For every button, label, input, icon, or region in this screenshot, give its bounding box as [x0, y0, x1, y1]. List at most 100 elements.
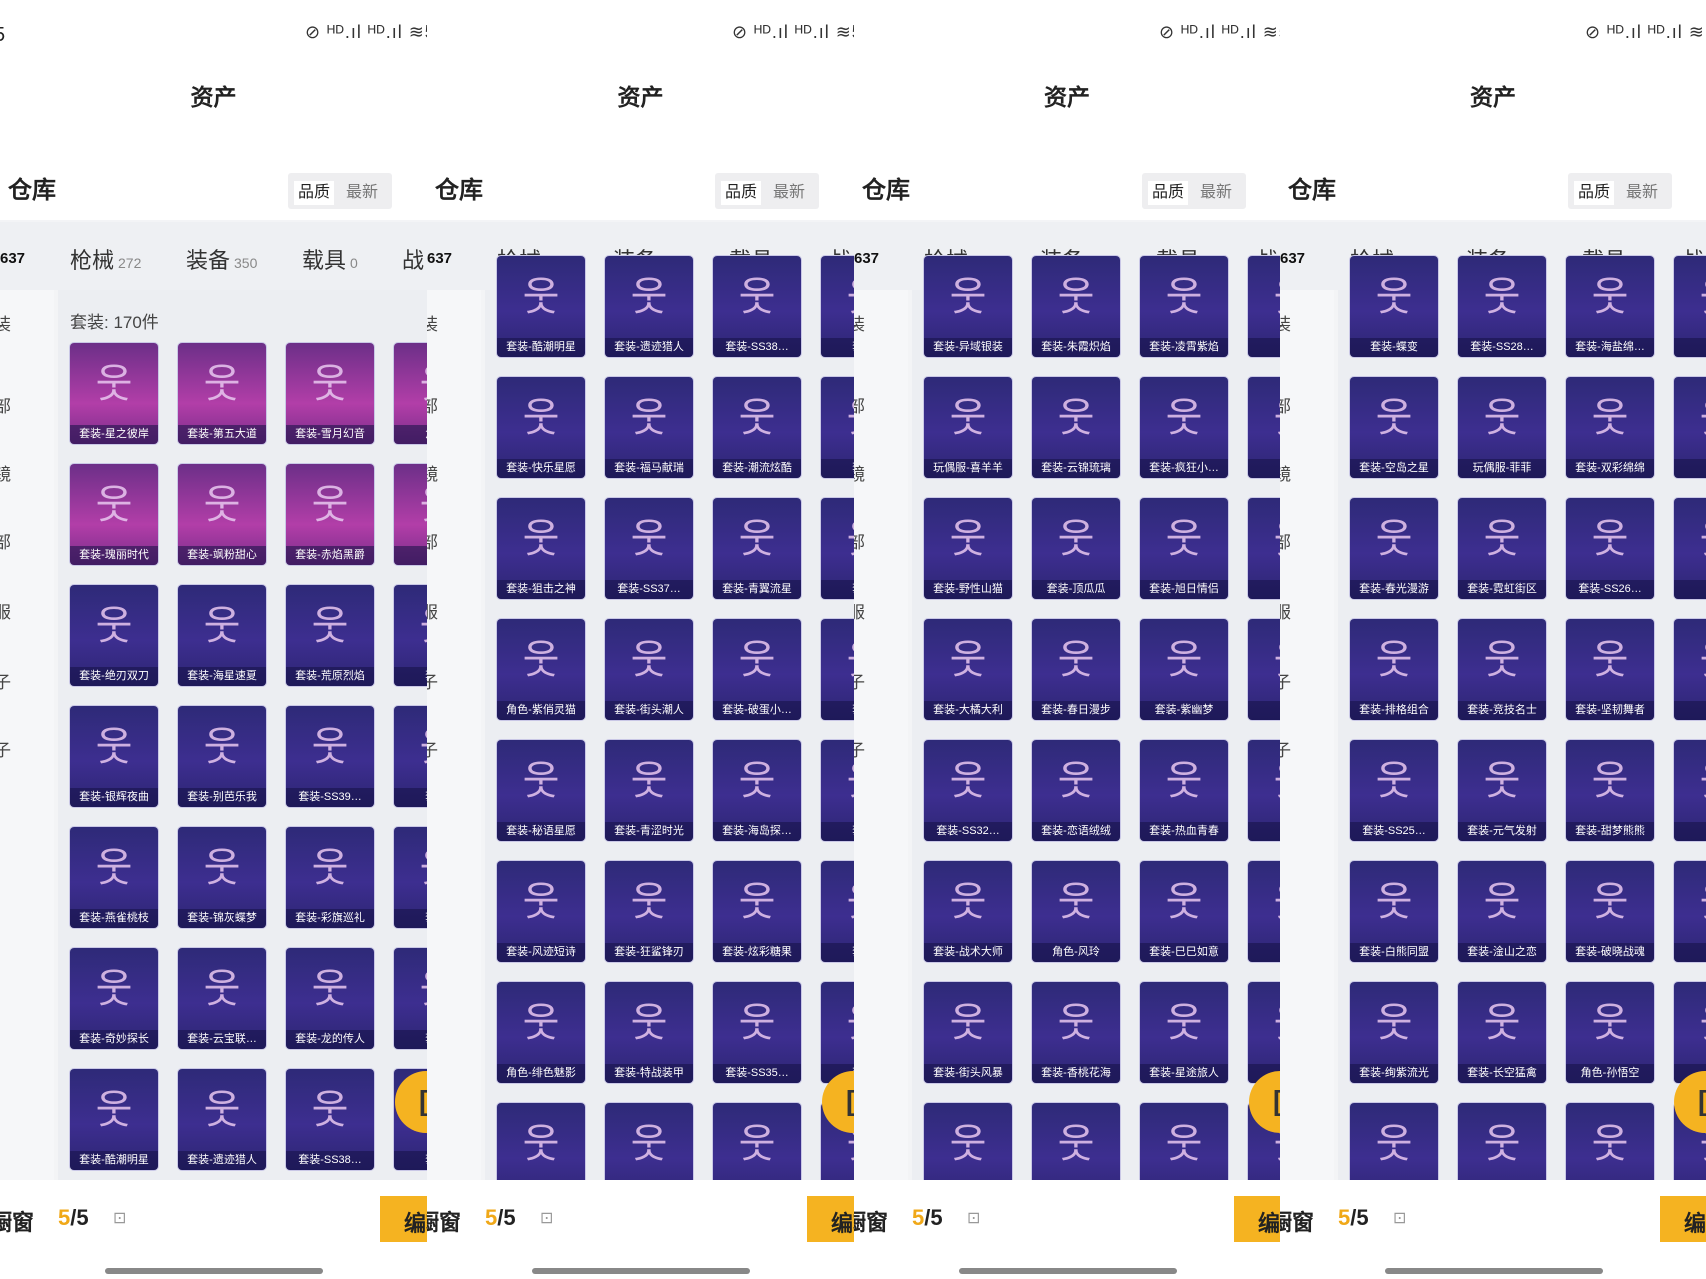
sidebar-item[interactable]: 部 — [854, 528, 865, 553]
item-card[interactable]: 웃 套装-快乐星愿 — [497, 377, 585, 478]
item-card[interactable]: 웃 套装- — [394, 827, 427, 928]
item-card[interactable]: 웃 套装-破晓战魂 — [1566, 861, 1654, 962]
sidebar-item[interactable]: 装 — [427, 310, 438, 335]
sidebar-item[interactable]: 子 — [427, 736, 438, 761]
item-card[interactable]: 웃 套装-燕雀桃枝 — [70, 827, 158, 928]
item-card[interactable]: 웃 套装-潮流炫酷 — [713, 377, 801, 478]
item-card[interactable]: 웃套装 — [1248, 377, 1280, 478]
item-card[interactable]: 웃 套装- — [394, 948, 427, 1049]
item-card[interactable]: 웃 套装-炫彩糖果 — [713, 861, 801, 962]
item-card[interactable]: 웃 套装-SS26… — [1566, 498, 1654, 599]
item-card[interactable]: 웃 套装-酷潮明星 — [497, 256, 585, 357]
item-card[interactable]: 웃套装 — [1248, 619, 1280, 720]
item-card[interactable]: 웃 角色-绯色魅影 — [497, 982, 585, 1083]
item-card[interactable]: 웃 套装-SS39… — [286, 706, 374, 807]
sort-quality-button[interactable]: 品质 — [1574, 181, 1614, 205]
item-card[interactable]: 웃 套装-特战装甲 — [605, 982, 693, 1083]
item-card[interactable]: 웃 套装-野性山猫 — [924, 498, 1012, 599]
item-card[interactable]: 웃 套装-星之彼岸 — [70, 343, 158, 444]
sidebar-item[interactable]: 服 — [0, 598, 11, 623]
item-card[interactable]: 웃 玩偶服-喜羊羊 — [924, 377, 1012, 478]
item-card[interactable]: 웃套装 — [1674, 740, 1706, 841]
item-card[interactable]: 웃 套装-星途旅人 — [1140, 982, 1228, 1083]
item-card[interactable]: 웃 套装- — [821, 861, 854, 962]
item-card[interactable]: 웃套装 — [1674, 861, 1706, 962]
item-card[interactable]: 웃 套装-香桃花海 — [1032, 982, 1120, 1083]
tab-all-count[interactable]: 637 — [854, 250, 879, 267]
sidebar-item[interactable]: 部 — [427, 528, 438, 553]
item-card[interactable]: 웃 套装-疯狂小… — [1140, 377, 1228, 478]
item-card[interactable]: 웃 套装-秘语星愿 — [497, 740, 585, 841]
item-card[interactable]: 웃 玩偶服-菲菲 — [1458, 377, 1546, 478]
item-card[interactable]: 웃 套装-狂鲨锋刃 — [605, 861, 693, 962]
item-card[interactable]: 웃 套装- — [821, 256, 854, 357]
item-card[interactable]: 웃套装 — [1248, 740, 1280, 841]
item-card[interactable]: 웃 套装-荒原烈焰 — [286, 585, 374, 686]
sidebar-item[interactable]: 子 — [427, 668, 438, 693]
edit-showcase-button[interactable]: 编辑 — [1660, 1196, 1706, 1242]
item-card[interactable]: 웃 套装- — [394, 585, 427, 686]
sidebar-item[interactable]: 装 — [0, 310, 11, 335]
item-card[interactable]: 웃 套装-海盐绵… — [1566, 256, 1654, 357]
item-card[interactable]: 웃 套装-坚韧舞者 — [1566, 619, 1654, 720]
item-card[interactable]: 웃 套装-蝶变 — [1350, 256, 1438, 357]
sort-latest-button[interactable]: 最新 — [1626, 181, 1658, 205]
item-card[interactable]: 웃 角色- — [394, 343, 427, 444]
item-card[interactable]: 웃 套装-彩旗巡礼 — [286, 827, 374, 928]
item-card[interactable]: 웃 套装- — [821, 377, 854, 478]
tab-all-count[interactable]: 637 — [1280, 250, 1305, 267]
tab-3[interactable]: 载具0 — [302, 243, 358, 275]
item-card[interactable]: 웃 套装-遗迹猎人 — [605, 256, 693, 357]
sidebar-item[interactable]: 服 — [1280, 598, 1291, 623]
sidebar-item[interactable]: 部 — [1280, 528, 1291, 553]
sort-quality-button[interactable]: 品质 — [721, 181, 761, 205]
item-card[interactable]: 웃 套装-巳巳如意 — [1140, 861, 1228, 962]
item-card[interactable]: 웃 套装-海岛探… — [713, 740, 801, 841]
item-card[interactable]: 웃 套装-福马献瑞 — [605, 377, 693, 478]
item-card[interactable]: 웃 套装-SS37… — [605, 498, 693, 599]
item-card[interactable]: 웃套装 — [1248, 861, 1280, 962]
sidebar-item[interactable]: 子 — [0, 668, 11, 693]
tab-all-count[interactable]: 637 — [427, 250, 452, 267]
sort-latest-button[interactable]: 最新 — [773, 181, 805, 205]
item-card[interactable]: 웃套装 — [1674, 377, 1706, 478]
item-card[interactable]: 웃 套装-竞技名士 — [1458, 619, 1546, 720]
item-card[interactable]: 웃 套装-第五大道 — [178, 343, 266, 444]
item-card[interactable]: 웃 套装-春日漫步 — [1032, 619, 1120, 720]
sidebar-item[interactable]: 部 — [0, 392, 11, 417]
item-card[interactable]: 웃 套装-瑰丽时代 — [70, 464, 158, 565]
sort-latest-button[interactable]: 最新 — [346, 181, 378, 205]
item-card[interactable]: 웃 套装-云锦琉璃 — [1032, 377, 1120, 478]
sidebar-item[interactable]: 部 — [0, 528, 11, 553]
item-card[interactable]: 웃 套装-朱霞炽焰 — [1032, 256, 1120, 357]
item-card[interactable]: 웃套装 — [1674, 256, 1706, 357]
item-card[interactable]: 웃 套装-龙的传人 — [286, 948, 374, 1049]
item-card[interactable]: 웃 套装-街头潮人 — [605, 619, 693, 720]
item-card[interactable]: 웃 套装-大橘大利 — [924, 619, 1012, 720]
item-card[interactable]: 웃 套装-云宝联… — [178, 948, 266, 1049]
sort-quality-button[interactable]: 品质 — [1148, 181, 1188, 205]
item-card[interactable]: 웃 套装-狙击之神 — [497, 498, 585, 599]
item-card[interactable]: 웃套装 — [1248, 498, 1280, 599]
item-card[interactable]: 웃 套装-风迹短诗 — [497, 861, 585, 962]
item-card[interactable]: 웃 套装-空岛之星 — [1350, 377, 1438, 478]
item-card[interactable]: 웃 套装-别芭乐我 — [178, 706, 266, 807]
item-card[interactable]: 웃 套装-热血青春 — [1140, 740, 1228, 841]
sidebar-item[interactable]: 镜 — [427, 460, 438, 485]
item-card[interactable]: 웃 套装-飒粉甜心 — [178, 464, 266, 565]
item-card[interactable]: 웃 套装-异域银装 — [924, 256, 1012, 357]
tab-2[interactable]: 装备350 — [186, 243, 257, 275]
item-card[interactable]: 웃 套装-银辉夜曲 — [70, 706, 158, 807]
item-card[interactable]: 웃 套装-海星速夏 — [178, 585, 266, 686]
tab-1[interactable]: 枪械272 — [70, 243, 141, 275]
item-card[interactable]: 웃 套装-破蛋小… — [713, 619, 801, 720]
item-card[interactable]: 웃 套装-SS38… — [713, 256, 801, 357]
item-card[interactable]: 웃 套装-双彩绵绵 — [1566, 377, 1654, 478]
item-card[interactable]: 웃 套装-绝刃双刀 — [70, 585, 158, 686]
item-card[interactable]: 웃 套装-紫幽梦 — [1140, 619, 1228, 720]
item-card[interactable]: 웃套装 — [1674, 982, 1706, 1083]
sidebar-item[interactable]: 服 — [854, 598, 865, 623]
sidebar-item[interactable]: 服 — [427, 598, 438, 623]
sidebar-item[interactable]: 子 — [1280, 736, 1291, 761]
item-card[interactable]: 웃 套装-甜梦熊熊 — [1566, 740, 1654, 841]
